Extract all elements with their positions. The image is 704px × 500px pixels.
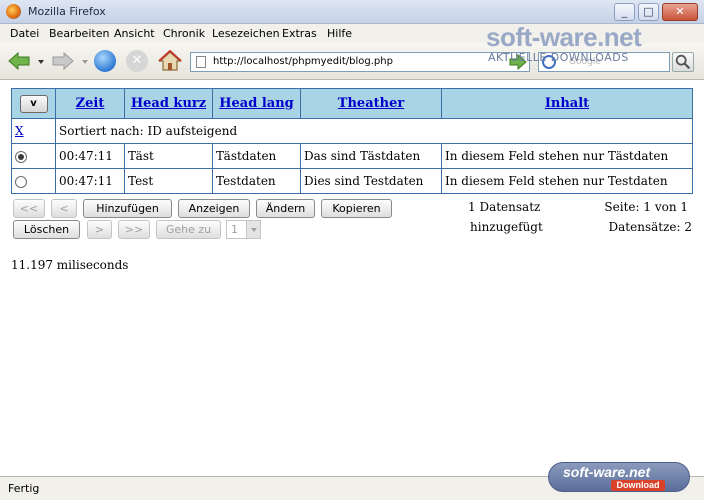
previous-page-button[interactable]: < bbox=[51, 199, 77, 218]
cell-inhalt: In diesem Feld stehen nur Testdaten bbox=[441, 168, 693, 194]
row-select-radio[interactable] bbox=[15, 175, 27, 188]
search-icon[interactable] bbox=[672, 52, 694, 72]
cell-head-lang: Tästdaten bbox=[212, 143, 301, 169]
clear-sort-link[interactable]: X bbox=[15, 124, 24, 138]
firefox-logo-icon bbox=[6, 4, 21, 19]
sort-link-head-kurz[interactable]: Head kurz bbox=[131, 96, 206, 111]
sort-link-inhalt[interactable]: Inhalt bbox=[545, 96, 589, 111]
timing-text: 11.197 miliseconds bbox=[11, 258, 129, 272]
next-page-button[interactable]: > bbox=[87, 220, 112, 239]
stop-icon[interactable]: ✕ bbox=[126, 50, 148, 72]
menu-bearbeiten[interactable]: Bearbeiten bbox=[49, 27, 109, 40]
cell-zeit: 00:47:11 bbox=[55, 143, 125, 169]
status-message-line1: 1 Datensatz bbox=[468, 200, 541, 214]
cell-inhalt: In diesem Feld stehen nur Tästdaten bbox=[441, 143, 693, 169]
sort-link-zeit[interactable]: Zeit bbox=[76, 96, 105, 111]
status-text: Fertig bbox=[8, 482, 40, 495]
page-select-value: 1 bbox=[231, 223, 238, 236]
menu-ansicht[interactable]: Ansicht bbox=[114, 27, 155, 40]
copy-button[interactable]: Kopieren bbox=[321, 199, 392, 218]
column-header-theather: Theather bbox=[300, 88, 442, 119]
page-content: v Zeit Head kurz Head lang Theather Inha… bbox=[0, 81, 704, 476]
column-header-head-kurz: Head kurz bbox=[124, 88, 213, 119]
page-info: Seite: 1 von 1 bbox=[604, 200, 688, 214]
column-header-inhalt: Inhalt bbox=[441, 88, 693, 119]
cell-theather: Das sind Tästdaten bbox=[300, 143, 442, 169]
download-badge: soft-ware.net Download bbox=[548, 462, 690, 492]
sort-link-theather[interactable]: Theather bbox=[338, 96, 404, 111]
menu-hilfe[interactable]: Hilfe bbox=[327, 27, 352, 40]
table-row[interactable]: 00:47:11 Täst Tästdaten Das sind Tästdat… bbox=[11, 143, 693, 169]
forward-arrow-icon[interactable] bbox=[52, 52, 74, 70]
watermark-sub: AKTUELLE DOWNLOADS bbox=[488, 51, 629, 64]
chevron-down-icon[interactable] bbox=[246, 221, 260, 238]
first-page-button[interactable]: << bbox=[13, 199, 45, 218]
add-button[interactable]: Hinzufügen bbox=[83, 199, 172, 218]
row-select-radio[interactable] bbox=[15, 150, 27, 163]
back-history-dropdown-icon[interactable] bbox=[38, 60, 44, 64]
minimize-button[interactable]: _ bbox=[614, 3, 635, 21]
maximize-button[interactable]: □ bbox=[638, 3, 659, 21]
page-select[interactable]: 1 bbox=[226, 220, 261, 239]
back-arrow-icon[interactable] bbox=[8, 52, 30, 70]
badge-sub-text: Download bbox=[611, 480, 665, 491]
cell-theather: Dies sind Testdaten bbox=[300, 168, 442, 194]
page-icon bbox=[196, 56, 206, 68]
window-title: Mozilla Firefox bbox=[28, 5, 106, 18]
menu-extras[interactable]: Extras bbox=[282, 27, 317, 40]
sort-link-head-lang[interactable]: Head lang bbox=[219, 96, 294, 111]
records-table: v Zeit Head kurz Head lang Theather Inha… bbox=[11, 88, 693, 194]
reload-icon[interactable] bbox=[94, 50, 116, 72]
url-text[interactable]: http://localhost/phpmyedit/blog.php bbox=[213, 56, 393, 67]
sort-button-cell: v bbox=[11, 88, 56, 119]
url-bar[interactable]: http://localhost/phpmyedit/blog.php ▾ bbox=[190, 52, 530, 72]
close-button[interactable]: ✕ bbox=[662, 3, 698, 21]
sort-info-text: Sortiert nach: ID aufsteigend bbox=[55, 118, 693, 144]
status-message-line2: hinzugefügt bbox=[470, 220, 543, 234]
badge-main-text: soft-ware.net bbox=[563, 464, 651, 480]
watermark-logo: soft-ware.net AKTUELLE DOWNLOADS bbox=[486, 22, 642, 64]
watermark-main: soft-ware.net bbox=[486, 22, 642, 52]
home-icon[interactable] bbox=[158, 50, 182, 72]
cell-head-kurz: Test bbox=[124, 168, 213, 194]
menu-lesezeichen[interactable]: Lesezeichen bbox=[212, 27, 280, 40]
menu-chronik[interactable]: Chronik bbox=[163, 27, 205, 40]
table-row[interactable]: 00:47:11 Test Testdaten Dies sind Testda… bbox=[11, 168, 693, 194]
cell-head-kurz: Täst bbox=[124, 143, 213, 169]
column-header-zeit: Zeit bbox=[55, 88, 125, 119]
column-header-head-lang: Head lang bbox=[212, 88, 301, 119]
last-page-button[interactable]: >> bbox=[118, 220, 150, 239]
change-button[interactable]: Ändern bbox=[256, 199, 315, 218]
cell-zeit: 00:47:11 bbox=[55, 168, 125, 194]
view-button[interactable]: Anzeigen bbox=[178, 199, 250, 218]
forward-history-dropdown-icon[interactable] bbox=[82, 60, 88, 64]
sort-info-row: X Sortiert nach: ID aufsteigend bbox=[11, 118, 693, 144]
sort-menu-button[interactable]: v bbox=[19, 94, 48, 113]
goto-button[interactable]: Gehe zu bbox=[156, 220, 221, 239]
record-count: Datensätze: 2 bbox=[608, 220, 692, 234]
cell-head-lang: Testdaten bbox=[212, 168, 301, 194]
table-header-row: v Zeit Head kurz Head lang Theather Inha… bbox=[11, 88, 693, 119]
menu-datei[interactable]: Datei bbox=[10, 27, 39, 40]
title-bar: Mozilla Firefox _ □ ✕ bbox=[0, 0, 704, 24]
delete-button[interactable]: Löschen bbox=[13, 220, 80, 239]
